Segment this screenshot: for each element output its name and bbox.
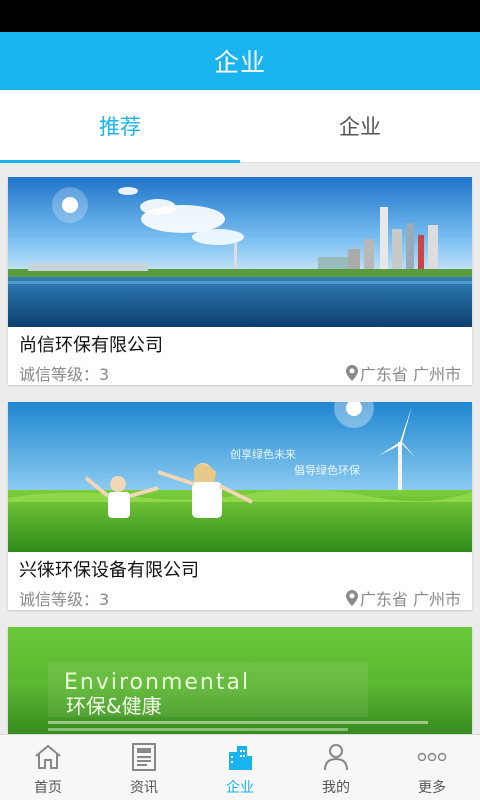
app-header: 企业: [0, 32, 480, 90]
company-list[interactable]: 尚信环保有限公司 诚信等级：3 广东省 广州市 创享绿色未来 倡导绿色环保 兴徕…: [0, 164, 480, 734]
nav-label: 资讯: [130, 780, 158, 796]
top-tabs: 推荐 企业: [0, 90, 480, 163]
credit-level: 诚信等级：3: [19, 365, 110, 384]
nav-label: 首页: [34, 780, 62, 796]
banner-slogan: 创享绿色未来: [230, 447, 296, 461]
location-pin-icon: [345, 590, 358, 606]
company-card[interactable]: Environmental 环保&健康: [8, 627, 472, 734]
company-image: Environmental 环保&健康: [8, 627, 472, 734]
news-icon: [128, 741, 160, 773]
more-icon: [416, 741, 448, 773]
company-location: 广东省 广州市: [359, 365, 461, 384]
nav-home[interactable]: 首页: [0, 735, 96, 800]
tab-label: 推荐: [99, 115, 141, 139]
company-image: 创享绿色未来 倡导绿色环保: [8, 402, 472, 552]
home-icon: [32, 741, 64, 773]
credit-level: 诚信等级：3: [19, 590, 110, 609]
tab-label: 企业: [339, 115, 381, 139]
company-name: 尚信环保有限公司: [19, 335, 163, 356]
nav-label: 企业: [226, 780, 254, 796]
nav-enterprise[interactable]: 企业: [192, 735, 288, 800]
bottom-nav: 首页 资讯 企业 我的 更多: [0, 734, 480, 800]
nav-label: 更多: [418, 780, 446, 796]
company-card[interactable]: 创享绿色未来 倡导绿色环保 兴徕环保设备有限公司 诚信等级：3 广东省 广州市: [8, 402, 472, 610]
company-image: [8, 177, 472, 327]
tab-recommended[interactable]: 推荐: [0, 90, 240, 163]
nav-label: 我的: [322, 780, 350, 796]
tab-enterprise[interactable]: 企业: [240, 90, 480, 162]
company-name: 兴徕环保设备有限公司: [19, 560, 199, 581]
banner-slogan: 倡导绿色环保: [294, 463, 360, 477]
page-title: 企业: [213, 48, 266, 77]
company-card[interactable]: 尚信环保有限公司 诚信等级：3 广东省 广州市: [8, 177, 472, 385]
location-pin-icon: [345, 365, 358, 381]
banner-title-cn: 环保&健康: [66, 694, 162, 718]
nav-profile[interactable]: 我的: [288, 735, 384, 800]
person-icon: [320, 741, 352, 773]
company-location: 广东省 广州市: [359, 590, 461, 609]
buildings-icon: [224, 741, 256, 773]
nav-news[interactable]: 资讯: [96, 735, 192, 800]
banner-title-en: Environmental: [64, 670, 250, 695]
status-bar: [0, 0, 480, 32]
nav-more[interactable]: 更多: [384, 735, 480, 800]
